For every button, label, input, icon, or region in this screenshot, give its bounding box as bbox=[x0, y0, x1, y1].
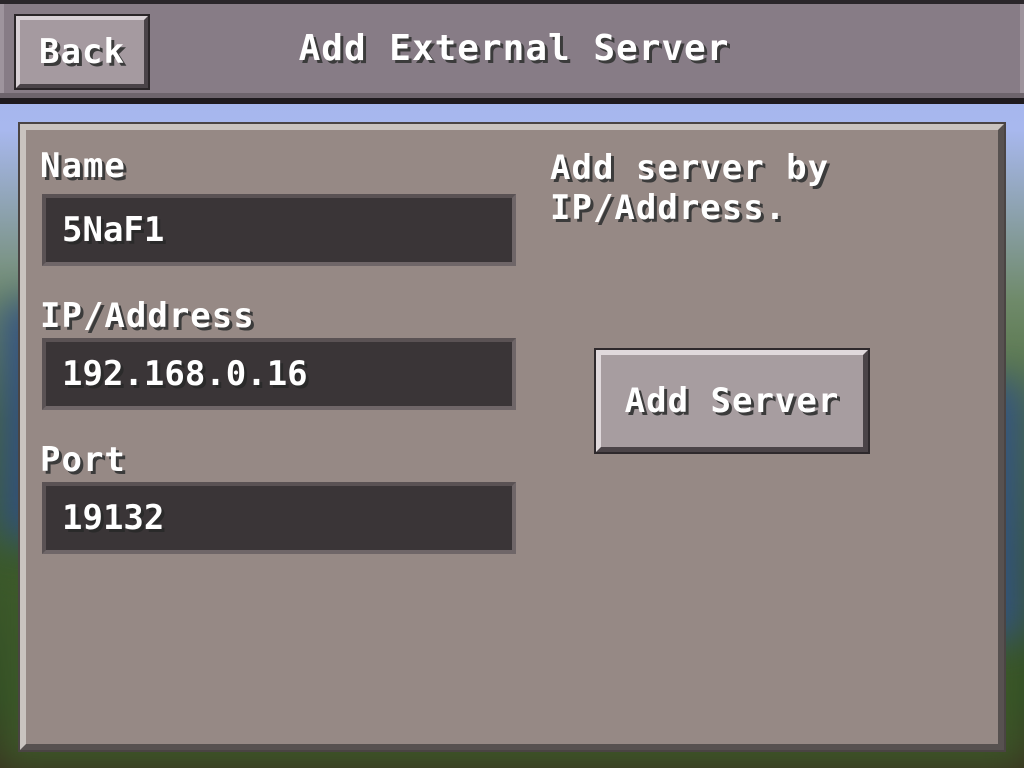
header-bar: Back Add External Server bbox=[0, 0, 1024, 104]
name-label: Name bbox=[40, 146, 126, 186]
add-server-hint: Add server by IP/Address. bbox=[550, 148, 830, 228]
add-server-panel: Name 5NaF1 IP/Address 192.168.0.16 Port … bbox=[20, 124, 1004, 750]
page-title: Add External Server bbox=[298, 28, 730, 69]
address-label: IP/Address bbox=[40, 296, 255, 336]
port-field[interactable]: 19132 bbox=[42, 482, 516, 554]
port-label: Port bbox=[40, 440, 126, 480]
name-field[interactable]: 5NaF1 bbox=[42, 194, 516, 266]
add-server-button[interactable]: Add Server bbox=[594, 348, 870, 454]
address-field[interactable]: 192.168.0.16 bbox=[42, 338, 516, 410]
